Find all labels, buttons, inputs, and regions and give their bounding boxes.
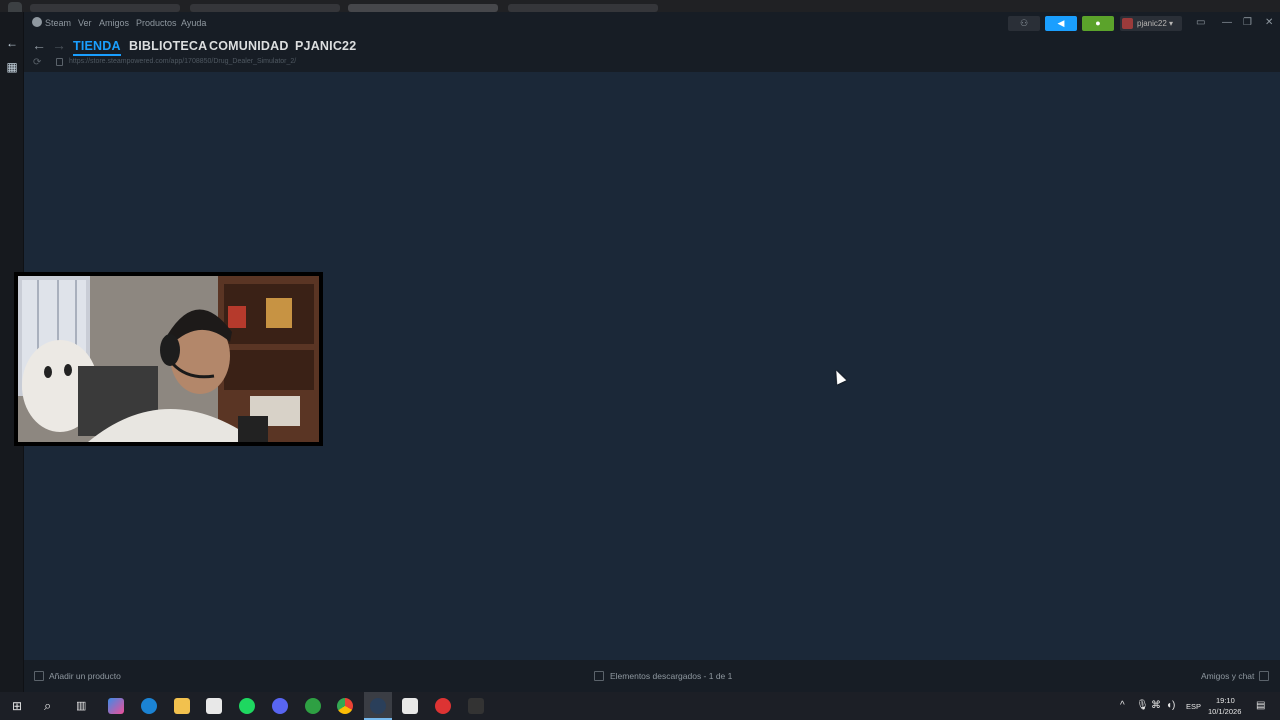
steam-icon[interactable] [32, 17, 42, 27]
bottom-bar: Añadir un producto Elementos descargados… [24, 660, 1280, 692]
clock-time[interactable]: 19:10 [1216, 696, 1235, 705]
chevron-up-icon[interactable]: ^ [1120, 700, 1125, 711]
menu-ver[interactable]: Ver [78, 18, 92, 28]
microphone-icon[interactable]: 🎙 [1136, 700, 1149, 711]
network-icon[interactable]: ⌘ [1151, 700, 1161, 711]
chat-icon[interactable] [1259, 671, 1269, 681]
webcam-image [18, 276, 319, 442]
browser-tab-active[interactable] [348, 4, 498, 12]
language-indicator[interactable]: ESP [1186, 702, 1201, 711]
menu-productos[interactable]: Productos [136, 18, 177, 28]
add-icon[interactable] [34, 671, 44, 681]
tab-tienda[interactable]: TIENDA [73, 39, 121, 56]
windows-start-icon[interactable]: ⊞ [12, 699, 22, 713]
capcut-icon[interactable] [206, 698, 222, 714]
tab-comunidad[interactable]: COMUNIDAD [209, 39, 289, 53]
webcam-overlay [14, 272, 323, 446]
tab-profile[interactable]: PJANIC22 [295, 39, 356, 53]
nav-row: ← → TIENDA BIBLIOTECA COMUNIDAD PJANIC22 [24, 34, 1280, 58]
obs-icon[interactable] [435, 698, 451, 714]
back-arrow-icon[interactable]: ← [32, 37, 46, 53]
maximize-icon[interactable]: ❐ [1243, 17, 1252, 28]
webcam-video [18, 276, 319, 442]
spotify-icon[interactable] [239, 698, 255, 714]
windows-taskbar: ⊞ ⌕ ▥ ^ 🎙 ⌘ ◖) ESP 19:10 10/1/2026 ▤ [0, 692, 1280, 720]
browser-tab[interactable] [30, 4, 180, 12]
username: pjanic22 ▾ [1137, 19, 1174, 28]
megaphone-icon[interactable]: ◀ [1045, 16, 1077, 31]
menu-steam[interactable]: Steam [45, 18, 71, 28]
menu-amigos[interactable]: Amigos [99, 18, 129, 28]
friends-chat-button[interactable]: Amigos y chat [1201, 671, 1254, 681]
menu-ayuda[interactable]: Ayuda [181, 18, 206, 28]
tab-search-icon[interactable] [8, 2, 22, 12]
close-icon[interactable]: ✕ [1265, 17, 1273, 28]
reload-icon[interactable]: ⟳ [33, 57, 41, 68]
discord-icon[interactable] [272, 698, 288, 714]
bell-icon[interactable]: ● [1082, 16, 1114, 31]
back-arrow-icon[interactable]: ← [5, 36, 19, 50]
big-picture-icon[interactable]: ▭ [1196, 17, 1205, 28]
downloads-status[interactable]: Elementos descargados - 1 de 1 [610, 671, 732, 681]
clock-date[interactable]: 10/1/2026 [1208, 707, 1241, 716]
grid-icon[interactable]: ▦ [5, 60, 19, 74]
search-icon[interactable]: ⌕ [44, 698, 51, 714]
notifications-icon[interactable]: ▤ [1256, 700, 1265, 711]
minimize-icon[interactable]: — [1222, 17, 1232, 28]
downloads-icon[interactable] [594, 671, 604, 681]
url-text[interactable]: https://store.steampowered.com/app/17088… [69, 58, 296, 65]
url-row: ⟳ https://store.steampowered.com/app/170… [24, 56, 1280, 72]
user-menu[interactable]: pjanic22 ▾ [1120, 16, 1182, 31]
browser-tab[interactable] [190, 4, 340, 12]
browser-tab-strip [0, 0, 1280, 12]
chrome-icon[interactable] [337, 698, 353, 714]
capcut-icon-2[interactable] [402, 698, 418, 714]
steam-taskbar-icon[interactable] [370, 698, 386, 714]
copilot-icon[interactable] [108, 698, 124, 714]
menu-bar: Steam Ver Amigos Productos Ayuda ⚇ ◀ ● p… [24, 12, 1280, 34]
friends-icon[interactable]: ⚇ [1008, 16, 1040, 31]
edge-icon[interactable] [141, 698, 157, 714]
xbox-icon[interactable] [305, 698, 321, 714]
lock-icon [56, 58, 63, 66]
forward-arrow-icon[interactable]: → [52, 37, 66, 53]
add-product-button[interactable]: Añadir un producto [49, 671, 121, 681]
task-view-icon[interactable]: ▥ [76, 699, 86, 712]
browser-tab[interactable] [508, 4, 658, 12]
avatar [1122, 18, 1133, 29]
epic-games-icon[interactable] [468, 698, 484, 714]
volume-icon[interactable]: ◖) [1166, 700, 1175, 711]
tab-biblioteca[interactable]: BIBLIOTECA [129, 39, 207, 53]
file-explorer-icon[interactable] [174, 698, 190, 714]
